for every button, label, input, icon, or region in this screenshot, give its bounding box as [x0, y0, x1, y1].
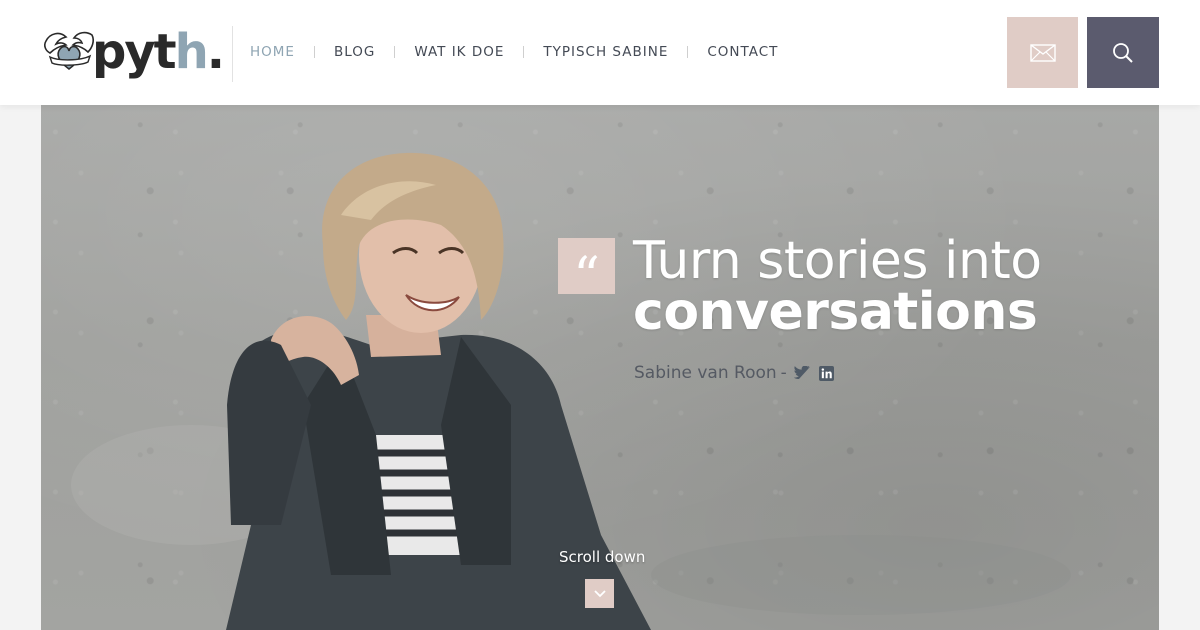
- header-divider: [232, 26, 233, 82]
- nav-item-wat-ik-doe[interactable]: WAT IK DOE: [414, 44, 504, 60]
- nav-item-blog[interactable]: BLOG: [334, 44, 375, 60]
- quote-icon: “: [573, 247, 600, 307]
- hero-headline-line2: conversations: [633, 282, 1038, 343]
- nav-separator: [523, 46, 525, 58]
- winged-heart-icon: [40, 27, 98, 77]
- mail-button[interactable]: [1007, 17, 1078, 88]
- hero-banner: “ Turn stories into conversations Sabine…: [41, 105, 1159, 630]
- site-header: pyth. HOME BLOG WAT IK DOE TYPISCH SABIN…: [0, 0, 1200, 105]
- chevron-down-icon: [593, 589, 606, 597]
- search-icon: [1113, 42, 1133, 63]
- linkedin-icon[interactable]: [818, 365, 834, 381]
- search-button[interactable]: [1087, 17, 1159, 88]
- main-nav: HOME BLOG WAT IK DOE TYPISCH SABINE CONT…: [250, 44, 778, 60]
- scroll-down-button[interactable]: [585, 579, 614, 608]
- quote-badge: “: [558, 238, 615, 303]
- hero-headline: Turn stories into conversations: [633, 232, 1042, 343]
- author-name: Sabine van Roon: [634, 363, 777, 383]
- logo-wordmark: pyth.: [92, 24, 225, 80]
- nav-item-home[interactable]: HOME: [250, 44, 295, 60]
- author-dash: -: [780, 363, 787, 383]
- nav-separator: [394, 46, 396, 58]
- site-logo[interactable]: pyth.: [40, 22, 225, 82]
- nav-item-typisch-sabine[interactable]: TYPISCH SABINE: [543, 44, 668, 60]
- scroll-down-label[interactable]: Scroll down: [559, 548, 645, 566]
- quote-author: Sabine van Roon -: [634, 363, 834, 383]
- nav-separator: [313, 46, 315, 58]
- nav-item-contact[interactable]: CONTACT: [707, 44, 778, 60]
- twitter-icon[interactable]: [793, 366, 811, 380]
- nav-separator: [687, 46, 689, 58]
- envelope-icon: [1029, 43, 1056, 62]
